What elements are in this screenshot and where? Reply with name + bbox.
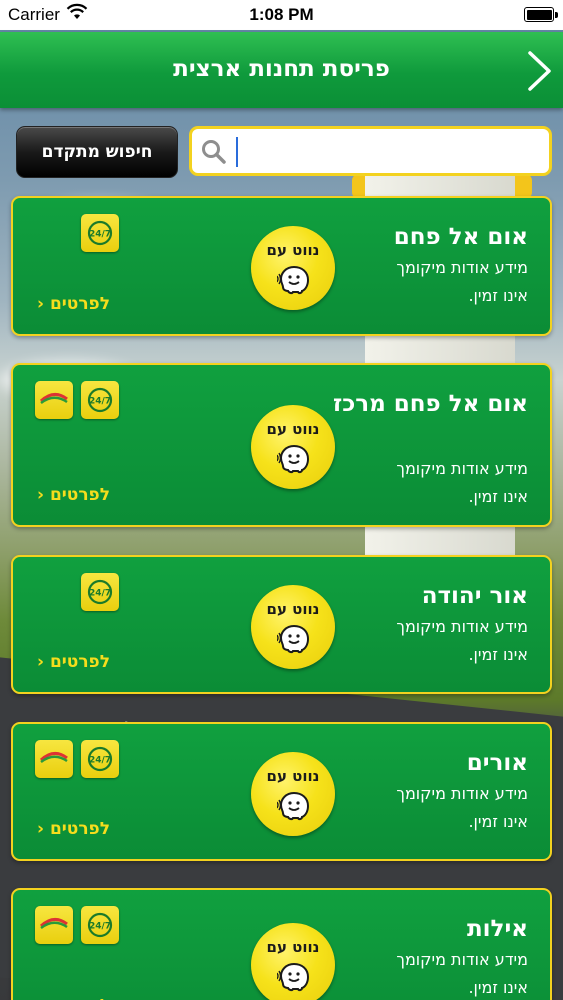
location-info-line2: אינו זמין. bbox=[468, 978, 528, 997]
24-7-badge-icon: 24/7 bbox=[81, 573, 119, 611]
search-field[interactable] bbox=[189, 126, 552, 176]
station-card[interactable]: 24/7 אורים מידע אודות מיקומך אינו זמין. נווט… bbox=[11, 722, 552, 861]
details-label: לפרטים bbox=[50, 996, 110, 1000]
svg-text:24/7: 24/7 bbox=[89, 397, 111, 407]
details-label: לפרטים bbox=[49, 652, 111, 672]
details-link[interactable]: לפרטים ‹ bbox=[37, 652, 110, 672]
search-input[interactable] bbox=[236, 137, 536, 167]
location-info-line1: מידע אודות מיקומך bbox=[396, 258, 528, 277]
alonit-badge-icon bbox=[35, 740, 73, 778]
waze-label: נווט עם bbox=[266, 767, 320, 785]
waze-navigate-button[interactable]: נווט עם bbox=[251, 585, 335, 669]
waze-navigate-button[interactable]: נווט עם bbox=[251, 226, 335, 310]
header-bar: פריסת תחנות ארצית bbox=[0, 32, 563, 108]
24-7-badge-icon: 24/7 bbox=[81, 906, 119, 944]
station-card[interactable]: 24/7 אור יהודה מידע אודות מיקומך אינו זמין.… bbox=[11, 555, 552, 694]
chevron-left-icon: ‹ bbox=[37, 294, 50, 314]
details-label: לפרטים bbox=[49, 485, 111, 505]
location-info: מידע אודות מיקומך אינו זמין. bbox=[328, 613, 528, 669]
advanced-search-button[interactable]: חיפוש מתקדם bbox=[16, 126, 178, 178]
details-label: לפרטים bbox=[49, 294, 111, 314]
station-name: אום אל פחם bbox=[393, 224, 528, 250]
location-info-line2: אינו זמין. bbox=[468, 487, 528, 506]
battery-icon bbox=[524, 7, 558, 22]
location-info: מידע אודות מיקומך אינו זמין. bbox=[328, 455, 528, 511]
station-name: אום אל פחם מרכז bbox=[332, 391, 528, 417]
waze-label: נווט עם bbox=[266, 241, 320, 259]
details-link[interactable]: לפרטים ‹ bbox=[37, 485, 110, 505]
status-bar: Carrier 1:08 PM bbox=[0, 0, 563, 30]
waze-navigate-button[interactable]: נווט עם bbox=[251, 752, 335, 836]
alonit-badge-icon bbox=[35, 906, 73, 944]
chevron-left-icon: ‹ bbox=[37, 996, 50, 1000]
location-info: מידע אודות מיקומך אינו זמין. bbox=[328, 780, 528, 836]
alonit-badge-icon bbox=[35, 381, 73, 419]
details-link[interactable]: לפרטים ‹ bbox=[37, 294, 110, 314]
waze-label: נווט עם bbox=[266, 600, 320, 618]
location-info: מידע אודות מיקומך אינו זמין. bbox=[328, 254, 528, 310]
location-info-line1: מידע אודות מיקומך bbox=[396, 459, 528, 478]
station-card[interactable]: 24/7 אילות מידע אודות מיקומך אינו זמין. נווט… bbox=[11, 888, 552, 1000]
24-7-badge-icon: 24/7 bbox=[81, 381, 119, 419]
location-info-line1: מידע אודות מיקומך bbox=[396, 617, 528, 636]
location-info-line2: אינו זמין. bbox=[468, 812, 528, 831]
clock: 1:08 PM bbox=[249, 5, 314, 24]
station-card[interactable]: 24/7 אום אל פחם מרכז מידע אודות מיקומך אינו… bbox=[11, 363, 552, 527]
svg-text:24/7: 24/7 bbox=[89, 230, 111, 240]
page-title: פריסת תחנות ארצית bbox=[173, 56, 390, 82]
location-info-line1: מידע אודות מיקומך bbox=[396, 950, 528, 969]
chevron-left-icon: ‹ bbox=[37, 819, 50, 839]
svg-text:24/7: 24/7 bbox=[89, 922, 111, 932]
details-link[interactable]: לפרטים ‹ bbox=[37, 996, 110, 1000]
chevron-left-icon: ‹ bbox=[37, 485, 50, 505]
24-7-badge-icon: 24/7 bbox=[81, 740, 119, 778]
station-name: אור יהודה bbox=[421, 583, 528, 609]
station-name: אורים bbox=[466, 750, 528, 776]
waze-navigate-button[interactable]: נווט עם bbox=[251, 923, 335, 1000]
location-info-line1: מידע אודות מיקומך bbox=[396, 784, 528, 803]
location-info: מידע אודות מיקומך אינו זמין. bbox=[328, 946, 528, 1000]
waze-navigate-button[interactable]: נווט עם bbox=[251, 405, 335, 489]
details-link[interactable]: לפרטים ‹ bbox=[37, 819, 110, 839]
station-name: אילות bbox=[466, 916, 528, 942]
svg-text:24/7: 24/7 bbox=[89, 589, 111, 599]
chevron-left-icon: ‹ bbox=[37, 652, 50, 672]
chevron-right-icon[interactable] bbox=[525, 50, 553, 92]
svg-text:24/7: 24/7 bbox=[89, 756, 111, 766]
waze-label: נווט עם bbox=[266, 938, 320, 956]
station-card[interactable]: 24/7 אום אל פחם מידע אודות מיקומך אינו זמין… bbox=[11, 196, 552, 336]
location-info-line2: אינו זמין. bbox=[468, 645, 528, 664]
24-7-badge-icon: 24/7 bbox=[81, 214, 119, 252]
location-info-line2: אינו זמין. bbox=[468, 286, 528, 305]
details-label: לפרטים bbox=[49, 819, 111, 839]
waze-label: נווט עם bbox=[266, 420, 320, 438]
search-icon bbox=[202, 140, 226, 164]
